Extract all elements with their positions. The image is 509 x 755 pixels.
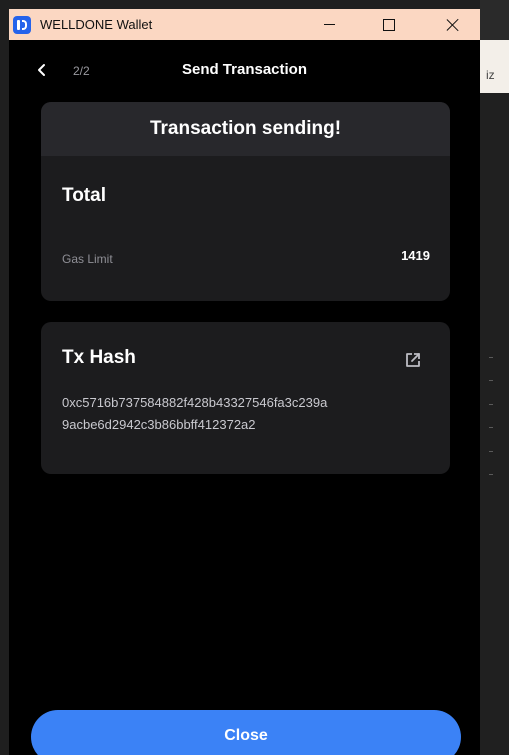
gas-limit-label: Gas Limit [62,252,113,266]
background-window-text: iz [486,68,495,82]
transaction-status-card: Transaction sending! Total Gas Limit 141… [41,102,450,301]
window-title: WELLDONE Wallet [40,17,153,32]
background-line-marker [489,474,493,475]
background-window [480,0,509,755]
background-line-marker [489,357,493,358]
total-label: Total [62,185,106,206]
tx-hash-label: Tx Hash [62,347,136,368]
background-line-marker [489,404,493,405]
background-line-marker [489,427,493,428]
external-link-icon-graphic [406,353,420,367]
transaction-status-banner: Transaction sending! [41,102,450,156]
welldone-logo-icon [13,16,31,34]
close-window-button[interactable] [430,9,476,40]
page-title: Send Transaction [181,61,308,78]
background-line-marker [489,451,493,452]
tx-hash-line: 9acbe6d2942c3b86bbff412372a2 [62,417,256,432]
background-window-toolbar [480,40,509,93]
wallet-window: WELLDONE Wallet 2/2 Send Transaction Tra… [9,9,480,755]
close-button[interactable]: Close [31,710,461,755]
close-icon [446,18,460,32]
window-title-bar[interactable]: WELLDONE Wallet [9,9,480,40]
tx-hash-value[interactable]: 0xc5716b737584882f428b43327546fa3c239a 9… [62,392,442,436]
tx-hash-line: 0xc5716b737584882f428b43327546fa3c239a [62,395,328,410]
external-link-icon[interactable] [404,351,422,369]
tx-hash-card: Tx Hash 0xc5716b737584882f428b43327546fa… [41,322,450,474]
maximize-icon [383,18,395,31]
minimize-button[interactable] [306,9,352,40]
maximize-button[interactable] [366,9,412,40]
desktop-screen: iz WELLDONE Wallet 2/2 Send Transaction … [0,0,509,755]
gas-limit-value: 1419 [401,248,430,263]
minimize-icon [323,24,335,25]
page-header: 2/2 Send Transaction [9,40,480,102]
background-window-titlebar [480,0,509,40]
background-line-marker [489,380,493,381]
